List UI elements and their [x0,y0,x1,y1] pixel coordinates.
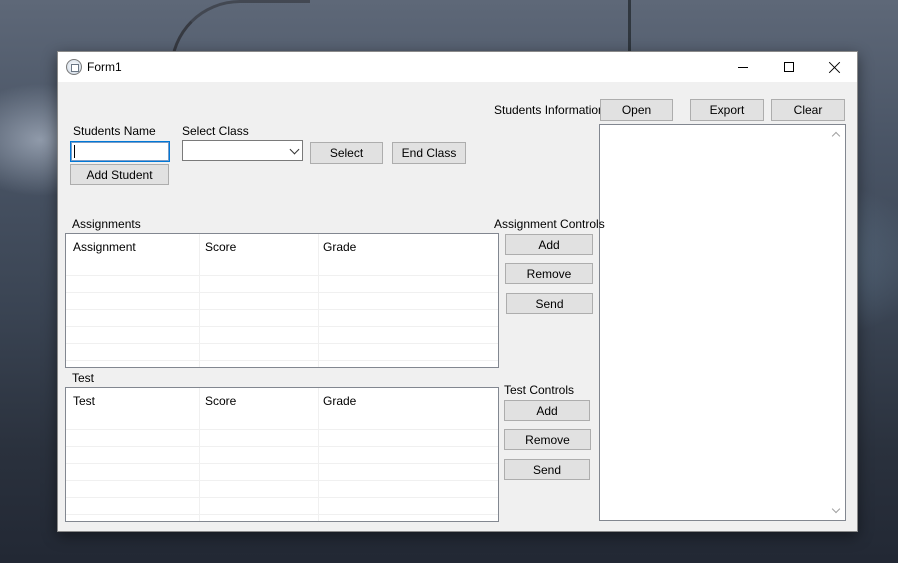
column-header-score[interactable]: Score [205,240,236,254]
grid-row-divider [66,463,498,464]
column-header-score[interactable]: Score [205,394,236,408]
students-name-label: Students Name [73,124,156,138]
assignment-controls-label: Assignment Controls [494,217,605,231]
close-button[interactable] [812,52,858,82]
assignments-grid-header: Assignment Score Grade [66,234,498,258]
form-window: Form1 Students Name Add Student Select C… [57,51,858,532]
scroll-up-icon[interactable] [831,131,841,141]
test-remove-button[interactable]: Remove [504,429,591,450]
open-button[interactable]: Open [600,99,673,121]
chevron-down-icon [289,144,300,155]
select-button[interactable]: Select [310,142,383,164]
students-information-label: Students Information [494,103,605,117]
test-send-button[interactable]: Send [504,459,590,480]
grid-row-divider [66,429,498,430]
grid-row-divider [66,292,498,293]
scroll-down-icon[interactable] [831,504,841,514]
end-class-button[interactable]: End Class [392,142,466,164]
select-class-label: Select Class [182,124,249,138]
students-name-input[interactable] [70,141,170,162]
maximize-button[interactable] [766,52,812,82]
grid-row-divider [66,326,498,327]
column-header-assignment[interactable]: Assignment [73,240,136,254]
form-app-icon [66,59,82,75]
minimize-button[interactable] [720,52,766,82]
test-controls-label: Test Controls [504,383,575,397]
export-button[interactable]: Export [690,99,764,121]
grid-column-divider [199,234,200,367]
grid-row-divider [66,480,498,481]
column-header-grade[interactable]: Grade [323,394,356,408]
desktop-background-pole [628,0,631,52]
grid-column-divider [318,234,319,367]
grid-row-divider [66,275,498,276]
grid-row-divider [66,497,498,498]
test-grid-header: Test Score Grade [66,388,498,412]
grid-column-divider [318,388,319,521]
grid-column-divider [199,388,200,521]
title-bar[interactable]: Form1 [58,52,857,82]
window-title: Form1 [87,60,122,74]
assignment-remove-button[interactable]: Remove [505,263,593,284]
test-label: Test [72,371,95,385]
assignment-add-button[interactable]: Add [505,234,593,255]
assignments-label: Assignments [72,217,141,231]
students-information-listbox[interactable] [599,124,846,521]
form-client-area: Students Name Add Student Select Class S… [58,82,857,531]
column-header-test[interactable]: Test [73,394,95,408]
vertical-scrollbar[interactable] [828,125,845,520]
test-grid[interactable]: Test Score Grade [65,387,499,522]
text-caret [74,145,75,158]
add-student-button[interactable]: Add Student [70,164,169,185]
column-header-grade[interactable]: Grade [323,240,356,254]
grid-row-divider [66,446,498,447]
assignment-send-button[interactable]: Send [506,293,593,314]
grid-row-divider [66,343,498,344]
close-icon [829,61,841,73]
grid-row-divider [66,309,498,310]
select-class-dropdown[interactable] [182,140,303,161]
grid-row-divider [66,360,498,361]
clear-button[interactable]: Clear [771,99,845,121]
assignments-grid[interactable]: Assignment Score Grade [65,233,499,368]
maximize-icon [784,62,794,72]
minimize-icon [738,66,748,68]
test-add-button[interactable]: Add [504,400,590,421]
grid-row-divider [66,514,498,515]
